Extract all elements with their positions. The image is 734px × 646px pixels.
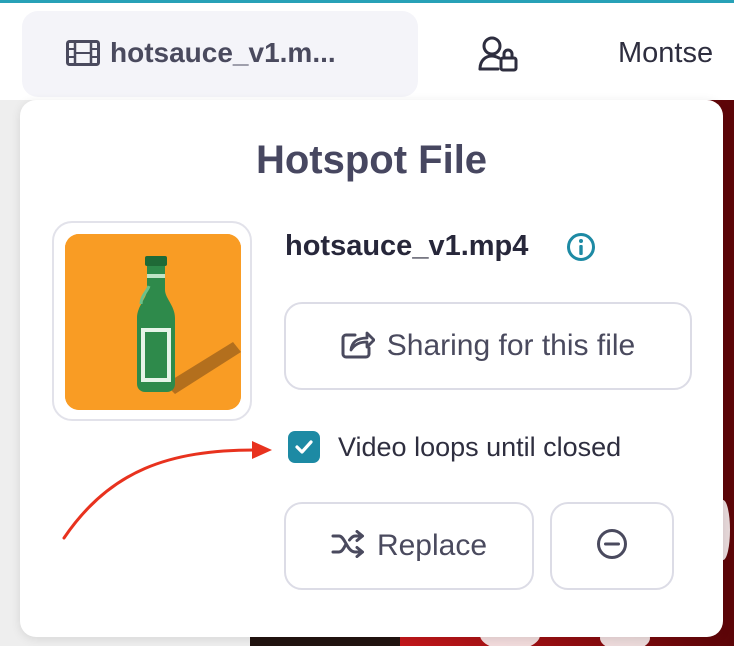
- check-icon: [295, 440, 313, 454]
- remove-file-button[interactable]: [550, 502, 674, 590]
- replace-button-label: Replace: [376, 529, 488, 562]
- file-name: hotsauce_v1.mp4: [285, 230, 529, 262]
- top-toolbar: hotsauce_v1.m... Montse: [0, 3, 734, 101]
- user-lock-icon[interactable]: [478, 36, 518, 77]
- sharing-button-label: Sharing for this file: [386, 329, 636, 362]
- file-tab[interactable]: hotsauce_v1.m...: [22, 11, 418, 97]
- video-loop-option: Video loops until closed: [288, 427, 621, 467]
- file-thumbnail: [52, 221, 252, 421]
- file-tab-label: hotsauce_v1.m...: [110, 37, 336, 68]
- bottle-thumbnail-image: [65, 234, 241, 410]
- shuffle-icon: [331, 529, 365, 563]
- video-loop-label[interactable]: Video loops until closed: [338, 432, 621, 463]
- video-loop-checkbox[interactable]: [288, 431, 320, 463]
- minus-circle-icon: [596, 528, 628, 565]
- user-name[interactable]: Montse: [618, 37, 713, 70]
- sharing-for-file-button[interactable]: Sharing for this file: [284, 302, 692, 390]
- replace-button[interactable]: Replace: [284, 502, 534, 590]
- share-icon: [341, 329, 376, 364]
- info-icon[interactable]: [566, 232, 596, 267]
- popover-title: Hotspot File: [255, 138, 488, 182]
- film-icon: [66, 40, 100, 71]
- hotspot-file-popover: Hotspot File hotsauce_v1.mp4 Sharing for…: [20, 100, 723, 637]
